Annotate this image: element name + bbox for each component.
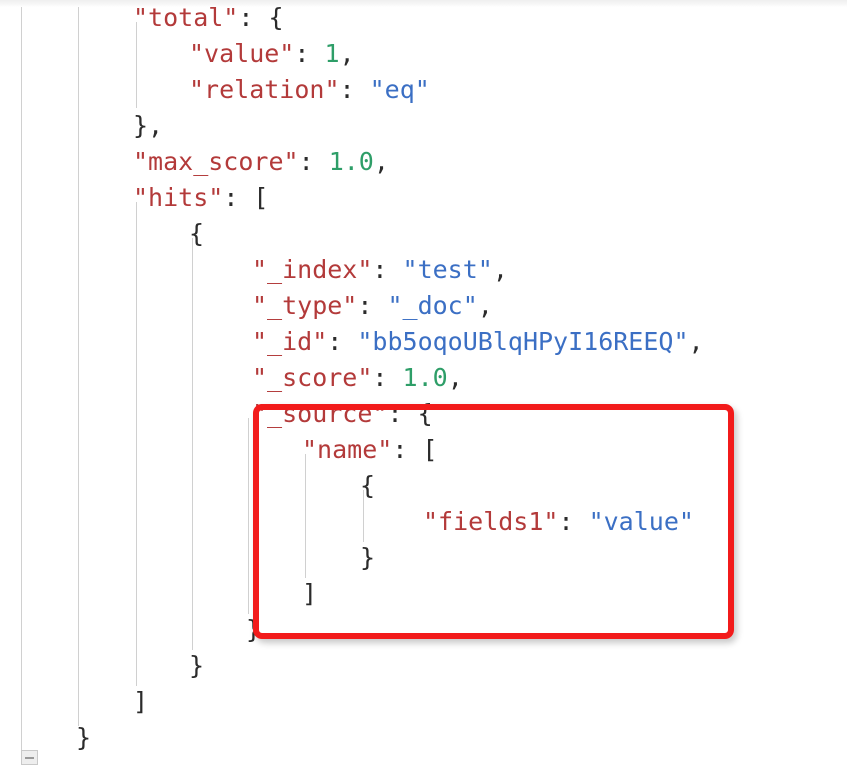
code-token-str: "eq" bbox=[369, 75, 430, 104]
code-token-punct: : bbox=[372, 363, 403, 392]
code-token-key: "relation" bbox=[189, 75, 340, 104]
code-token-punct: : bbox=[327, 327, 358, 356]
code-token-brace: { bbox=[360, 471, 376, 500]
code-line[interactable]: } bbox=[0, 648, 847, 684]
code-token-key: "hits" bbox=[133, 183, 224, 212]
code-token-key: "total" bbox=[133, 3, 239, 32]
code-line[interactable]: ] bbox=[0, 684, 847, 720]
code-token-punct: , bbox=[688, 327, 704, 356]
code-token-brace: } bbox=[246, 615, 262, 644]
code-token-punct: , bbox=[447, 363, 463, 392]
code-token-num: 1.0 bbox=[328, 147, 374, 176]
code-token-key: "value" bbox=[189, 39, 295, 68]
code-token-brace: } bbox=[189, 651, 205, 680]
code-line[interactable]: { bbox=[0, 216, 847, 252]
code-token-str: "value" bbox=[588, 507, 694, 536]
code-token-key: "_index" bbox=[252, 255, 373, 284]
code-token-brace: ] bbox=[133, 687, 149, 716]
code-line[interactable]: "_id": "bb5oqoUBlqHPyI16REEQ", bbox=[0, 324, 847, 360]
code-token-key: "name" bbox=[302, 435, 393, 464]
code-line[interactable]: "_type": "_doc", bbox=[0, 288, 847, 324]
code-token-num: 1.0 bbox=[402, 363, 448, 392]
json-code-viewer[interactable]: "total": {"value": 1, "relation": "eq"}, "… bbox=[0, 0, 847, 765]
code-token-punct: , bbox=[477, 291, 493, 320]
code-line[interactable]: "total": { bbox=[0, 0, 847, 36]
code-line-layer[interactable]: "total": {"value": 1, "relation": "eq"}, "… bbox=[0, 0, 847, 765]
code-token-punct: : bbox=[558, 507, 589, 536]
code-token-punct: , bbox=[339, 39, 355, 68]
code-token-brace: { bbox=[189, 219, 205, 248]
code-token-punct: : bbox=[298, 147, 329, 176]
code-token-punct: : bbox=[294, 39, 325, 68]
code-token-punct: : bbox=[372, 255, 403, 284]
code-line[interactable]: "value": 1, bbox=[0, 36, 847, 72]
code-token-punct: : bbox=[238, 3, 269, 32]
code-token-str: "test" bbox=[402, 255, 493, 284]
code-line[interactable]: "_index": "test", bbox=[0, 252, 847, 288]
code-token-brace: { bbox=[268, 3, 284, 32]
code-token-num: 1 bbox=[324, 39, 340, 68]
code-token-punct: : bbox=[223, 183, 254, 212]
code-token-key: "_id" bbox=[252, 327, 328, 356]
code-token-brace: [ bbox=[422, 435, 438, 464]
code-token-key: "_score" bbox=[252, 363, 373, 392]
code-line[interactable]: } bbox=[0, 720, 847, 756]
code-token-str: "bb5oqoUBlqHPyI16REEQ" bbox=[357, 327, 689, 356]
code-token-punct: : bbox=[392, 435, 423, 464]
code-line[interactable]: "_score": 1.0, bbox=[0, 360, 847, 396]
code-line[interactable]: "hits": [ bbox=[0, 180, 847, 216]
code-line[interactable]: "max_score": 1.0, bbox=[0, 144, 847, 180]
code-token-punct: : bbox=[339, 75, 370, 104]
code-line[interactable]: }, bbox=[0, 108, 847, 144]
code-fold-widget[interactable] bbox=[21, 750, 38, 765]
code-token-brace: } bbox=[76, 723, 92, 752]
code-token-brace: ] bbox=[302, 579, 318, 608]
code-token-key: "max_score" bbox=[133, 147, 299, 176]
code-token-key: "fields1" bbox=[423, 507, 559, 536]
code-token-str: "_doc" bbox=[387, 291, 478, 320]
code-token-brace: } bbox=[360, 543, 376, 572]
code-token-punct: : bbox=[357, 291, 388, 320]
code-token-punct: , bbox=[373, 147, 389, 176]
code-line[interactable]: "relation": "eq" bbox=[0, 72, 847, 108]
code-token-punct: , bbox=[492, 255, 508, 284]
code-token-key: "_type" bbox=[252, 291, 358, 320]
code-token-brace: }, bbox=[133, 111, 164, 140]
code-token-brace: [ bbox=[253, 183, 269, 212]
